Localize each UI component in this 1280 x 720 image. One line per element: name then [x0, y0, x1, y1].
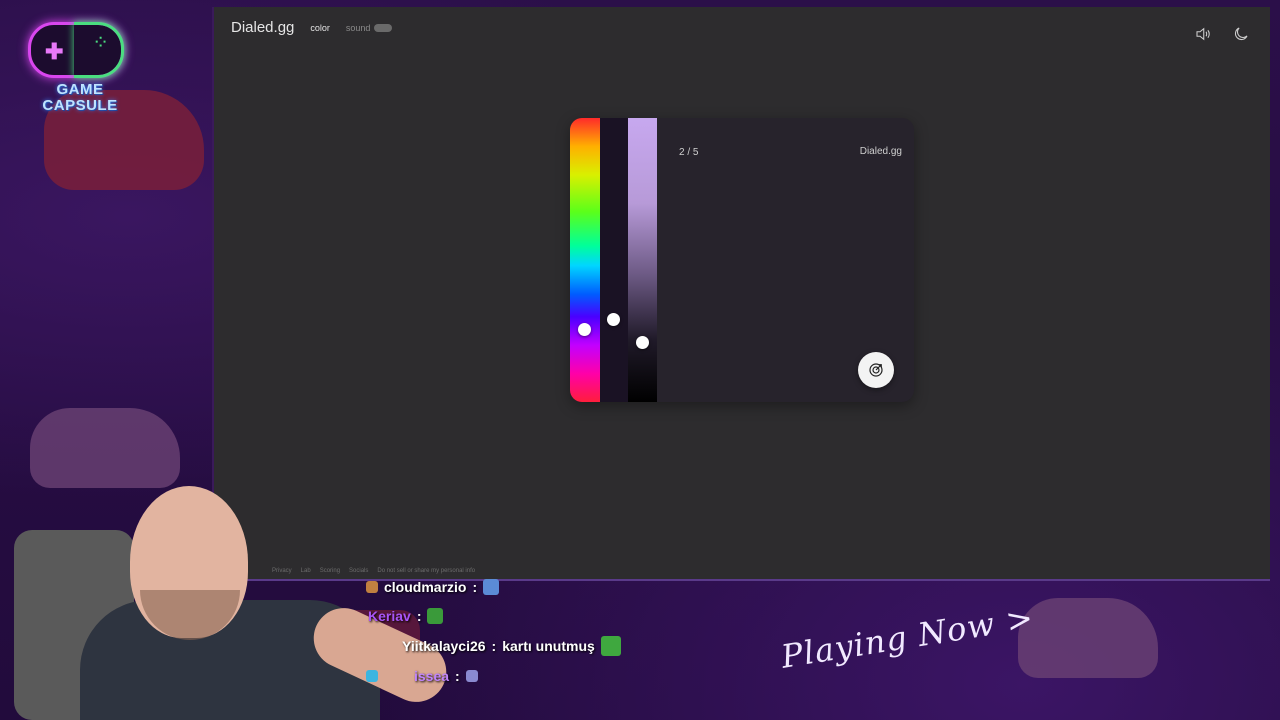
emote-icon [427, 608, 444, 624]
saturation-slider[interactable] [600, 118, 628, 402]
lightness-slider-handle[interactable] [636, 336, 649, 349]
lightness-slider[interactable] [628, 118, 657, 402]
emote-icon [600, 636, 621, 656]
round-counter: 2 / 5 [679, 147, 699, 158]
hue-slider[interactable] [570, 118, 600, 402]
buttons-icon: ⁘ [92, 32, 109, 54]
sound-badge [374, 23, 393, 32]
badge-icon [366, 670, 378, 682]
gamepad-icon: ✚ ⁘ [28, 22, 124, 78]
submit-button[interactable] [858, 352, 894, 388]
moon-icon[interactable] [1232, 25, 1250, 43]
chat-separator: : [416, 608, 422, 624]
site-header: Dialed.gg color sound [231, 19, 393, 36]
chat-username: issea [414, 668, 450, 684]
chat-message: issea : [366, 663, 478, 689]
chat-separator: : [455, 668, 460, 684]
chat-username: Keriav [368, 608, 411, 624]
chat-message: Yiitkalayci26 : kartı unutmuş [402, 633, 621, 659]
chat-username: cloudmarzio [384, 579, 467, 595]
hue-slider-handle[interactable] [578, 323, 591, 336]
logo-text-line2: CAPSULE [42, 97, 118, 114]
chat-username: Yiitkalayci26 [402, 638, 486, 654]
logo-text: GAME CAPSULE [34, 82, 126, 114]
chat-message: cloudmarzio : [366, 574, 500, 600]
header-icons [1194, 25, 1250, 43]
color-game-card: 2 / 5 Dialed.gg [570, 118, 914, 402]
badge-icon [366, 581, 378, 593]
nav-color-link[interactable]: color [310, 23, 330, 33]
volume-icon[interactable] [1194, 25, 1212, 43]
nav-sound-label: sound [345, 22, 371, 33]
logo-text-line1: GAME [56, 81, 104, 98]
saturation-slider-handle[interactable] [607, 313, 620, 326]
nav-sound-link[interactable]: sound [346, 23, 393, 33]
dpad-icon: ✚ [45, 39, 64, 64]
pixel-cloud-decoration [30, 408, 180, 488]
chat-message: Keriav : [368, 603, 444, 629]
emote-icon [465, 670, 478, 682]
game-capsule-logo: ✚ ⁘ GAME CAPSULE [26, 22, 126, 122]
chat-separator: : [491, 638, 497, 654]
card-brand: Dialed.gg [859, 146, 902, 157]
emote-icon [483, 579, 500, 595]
chat-separator: : [472, 579, 478, 595]
site-title[interactable]: Dialed.gg [231, 19, 294, 36]
pixel-cloud-decoration [1018, 598, 1158, 678]
chat-text: kartı unutmuş [502, 638, 595, 654]
target-icon [869, 363, 883, 377]
